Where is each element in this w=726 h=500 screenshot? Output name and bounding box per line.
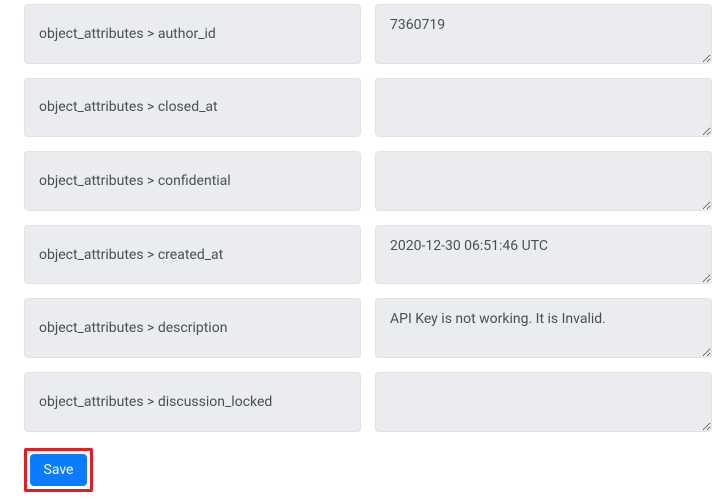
attribute-rows: object_attributes > author_id object_att… xyxy=(24,0,712,437)
attribute-label-text: object_attributes > created_at xyxy=(39,247,223,263)
attribute-label: object_attributes > confidential xyxy=(24,151,361,211)
attribute-label-text: object_attributes > closed_at xyxy=(39,99,218,115)
attribute-value-input[interactable] xyxy=(375,372,712,432)
attribute-row: object_attributes > author_id xyxy=(24,4,712,64)
attribute-value-input[interactable] xyxy=(375,4,712,64)
attribute-row: object_attributes > closed_at xyxy=(24,78,712,138)
attribute-label-text: object_attributes > confidential xyxy=(39,173,231,189)
attribute-label: object_attributes > description xyxy=(24,298,361,358)
attribute-label: object_attributes > author_id xyxy=(24,4,361,64)
attribute-row: object_attributes > description xyxy=(24,298,712,358)
attribute-row: object_attributes > created_at xyxy=(24,225,712,285)
attribute-label: object_attributes > created_at xyxy=(24,225,361,285)
attribute-label: object_attributes > closed_at xyxy=(24,78,361,138)
attribute-value-input[interactable] xyxy=(375,78,712,138)
attribute-label-text: object_attributes > author_id xyxy=(39,26,216,42)
attribute-value-input[interactable] xyxy=(375,151,712,211)
attribute-label: object_attributes > discussion_locked xyxy=(24,372,361,432)
attribute-label-text: object_attributes > description xyxy=(39,320,227,336)
attributes-scroll-container[interactable]: object_attributes > author_id object_att… xyxy=(0,0,726,437)
attribute-row: object_attributes > discussion_locked xyxy=(24,372,712,432)
attribute-label-text: object_attributes > discussion_locked xyxy=(39,394,272,410)
attribute-value-input[interactable] xyxy=(375,225,712,285)
attribute-row: object_attributes > confidential xyxy=(24,151,712,211)
attribute-value-input[interactable] xyxy=(375,298,712,358)
save-highlight-box: Save xyxy=(24,448,93,492)
save-button[interactable]: Save xyxy=(30,454,88,486)
